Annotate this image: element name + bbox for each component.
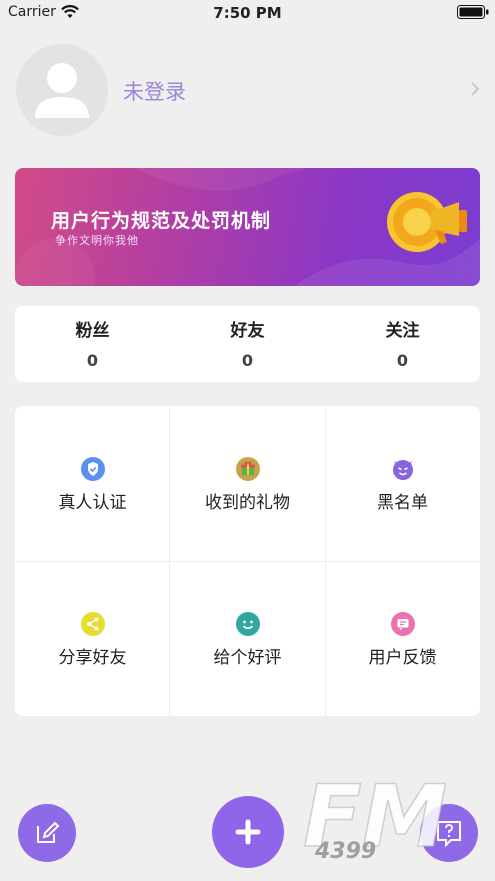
- menu-item-feedback[interactable]: 用户反馈: [325, 561, 480, 716]
- stat-fans[interactable]: 粉丝 0: [15, 316, 170, 370]
- menu-item-gifts[interactable]: 收到的礼物: [170, 406, 325, 561]
- edit-button[interactable]: [18, 804, 76, 862]
- megaphone-icon: [387, 192, 467, 252]
- stats-card: 粉丝 0 好友 0 关注 0: [15, 306, 480, 382]
- stat-value: 0: [86, 351, 99, 370]
- share-icon: [81, 612, 105, 636]
- menu-grid: 真人认证 收到的礼物 黑名单 分享好友 给个好评 用户反馈: [15, 406, 480, 716]
- menu-item-label: 黑名单: [377, 493, 428, 513]
- devil-icon: [393, 460, 413, 480]
- battery-icon: [457, 5, 489, 19]
- watermark-logo: FM 4399: [302, 768, 448, 868]
- watermark-number: 4399: [314, 839, 376, 864]
- stat-value: 0: [241, 351, 254, 370]
- gift-icon: [236, 457, 260, 481]
- banner-title: 用户行为规范及处罚机制: [51, 210, 272, 232]
- user-placeholder-icon: [35, 63, 89, 118]
- banner-subtitle: 争作文明你我他: [55, 234, 139, 247]
- stat-friends[interactable]: 好友 0: [170, 316, 325, 370]
- plus-icon: [235, 819, 261, 845]
- menu-item-rate[interactable]: 给个好评: [170, 561, 325, 716]
- shield-check-icon: [81, 457, 105, 481]
- menu-item-blacklist[interactable]: 黑名单: [325, 406, 480, 561]
- menu-item-verification[interactable]: 真人认证: [15, 406, 170, 561]
- stat-value: 0: [396, 351, 409, 370]
- menu-item-label: 用户反馈: [368, 648, 437, 668]
- add-button[interactable]: [212, 796, 284, 868]
- smile-icon: [236, 612, 260, 636]
- menu-item-label: 真人认证: [58, 493, 127, 513]
- clock: 7:50 PM: [213, 4, 282, 22]
- menu-item-label: 收到的礼物: [205, 493, 290, 513]
- feedback-icon: [391, 612, 415, 636]
- avatar[interactable]: [16, 44, 108, 136]
- stat-label: 好友: [230, 321, 265, 341]
- edit-icon: [37, 821, 60, 843]
- login-label[interactable]: 未登录: [123, 76, 186, 106]
- menu-item-share[interactable]: 分享好友: [15, 561, 170, 716]
- menu-item-label: 分享好友: [58, 648, 127, 668]
- stat-following[interactable]: 关注 0: [325, 316, 480, 370]
- status-bar: Carrier 7:50 PM: [0, 0, 495, 26]
- stat-label: 关注: [385, 321, 420, 341]
- rules-banner[interactable]: 用户行为规范及处罚机制 争作文明你我他: [15, 168, 480, 286]
- menu-item-label: 给个好评: [213, 648, 282, 668]
- stat-label: 粉丝: [75, 321, 110, 341]
- chevron-right-icon[interactable]: [469, 80, 481, 98]
